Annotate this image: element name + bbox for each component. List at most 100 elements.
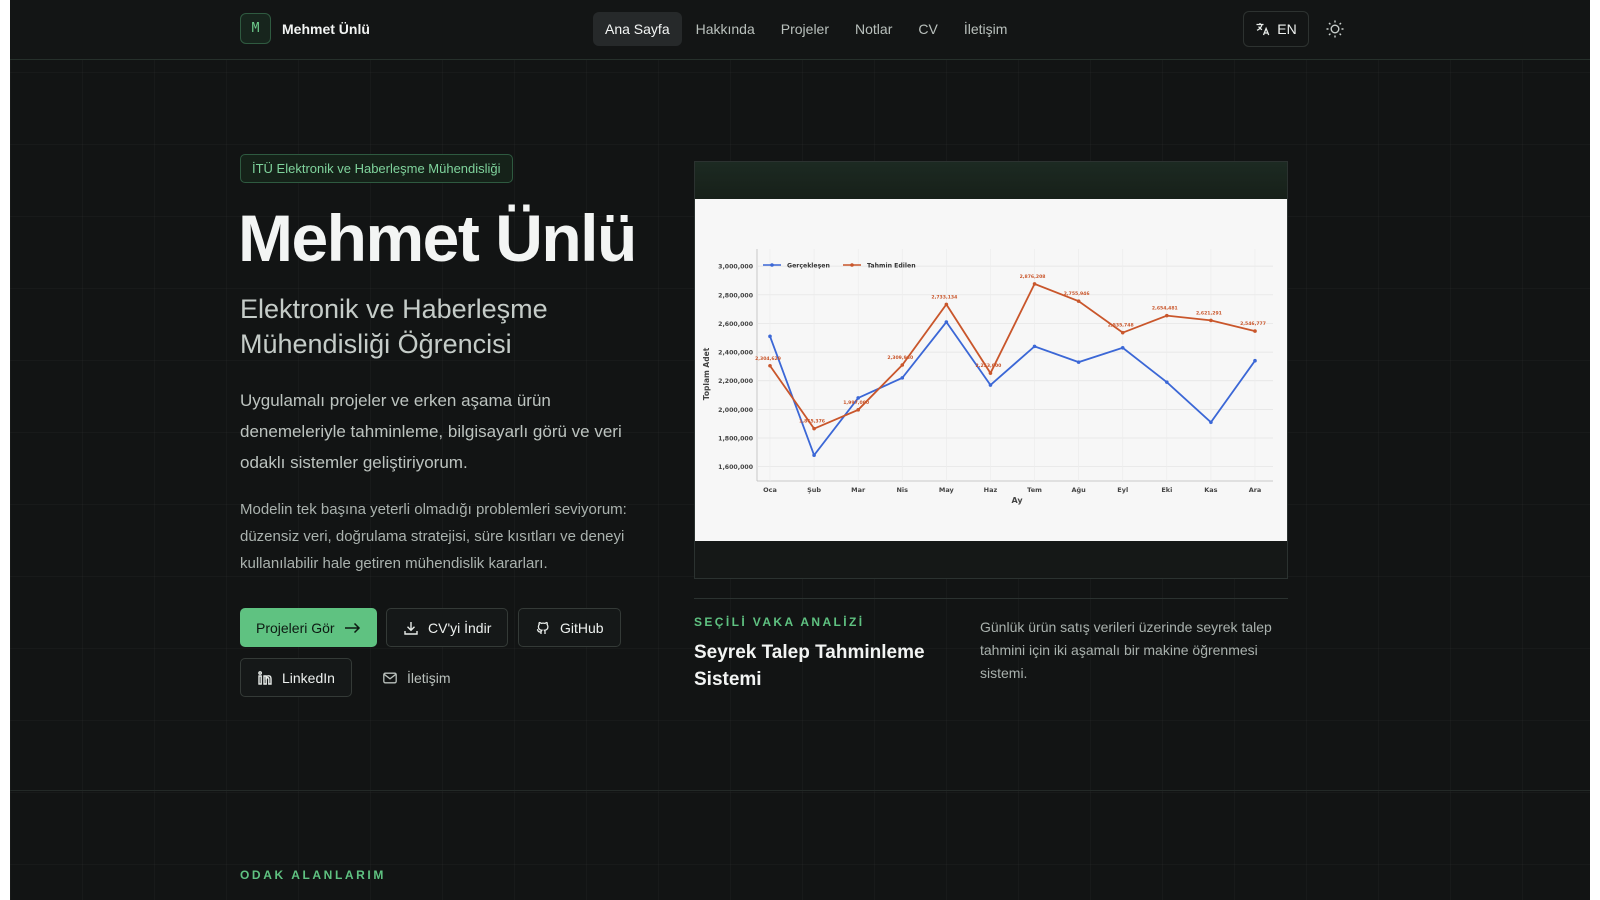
data-label: 1,997,000 xyxy=(843,400,869,406)
y-tick-label: 2,800,000 xyxy=(718,292,754,299)
github-icon xyxy=(536,621,549,634)
mail-icon xyxy=(383,672,397,683)
data-point xyxy=(988,371,993,375)
legend-marker xyxy=(850,263,854,267)
translate-icon xyxy=(1256,23,1270,36)
data-point xyxy=(812,453,816,458)
series-line-actual xyxy=(769,320,1256,458)
y-tick-label: 1,600,000 xyxy=(718,464,754,471)
data-point xyxy=(944,302,949,307)
linkedin-button[interactable]: LinkedIn xyxy=(240,658,352,697)
chart-grid xyxy=(756,249,1273,482)
y-tick-label: 2,200,000 xyxy=(718,378,754,385)
y-axis-label: Toplam Adet xyxy=(702,347,711,400)
case-study-preview[interactable]: 1,600,000 1,800,000 2,000,000 2,200,000 2,40… xyxy=(694,161,1288,579)
data-label: 2,621,291 xyxy=(1196,310,1222,316)
data-point xyxy=(1253,358,1257,363)
legend-label: Gerçekleşen xyxy=(787,262,830,269)
nav-link-about[interactable]: Hakkında xyxy=(684,12,767,46)
arrow-right-icon xyxy=(344,622,360,633)
top-navbar: M Mehmet Ünlü Ana Sayfa Hakkında Projele… xyxy=(10,0,1590,60)
nav-link-cv[interactable]: CV xyxy=(906,12,949,46)
nav-link-projects[interactable]: Projeler xyxy=(769,12,841,46)
x-tick-label: Oca xyxy=(763,486,777,494)
data-point xyxy=(1076,360,1081,364)
data-label: 2,304,629 xyxy=(755,356,781,362)
data-point xyxy=(856,396,860,400)
data-point xyxy=(1209,318,1213,323)
language-switch-button[interactable]: EN xyxy=(1243,11,1309,47)
brand-name: Mehmet Ünlü xyxy=(282,20,370,37)
nav-link-contact[interactable]: İletişim xyxy=(952,12,1020,46)
data-label: 2,546,777 xyxy=(1240,321,1266,327)
data-label: 2,755,946 xyxy=(1064,291,1090,297)
sun-icon[interactable] xyxy=(1324,18,1346,40)
data-point xyxy=(988,383,993,387)
x-tick-label: Eki xyxy=(1161,486,1172,494)
y-tick-label: 1,800,000 xyxy=(718,436,754,443)
chart-legend: Gerçekleşen Tahmin Edilen xyxy=(763,262,916,269)
data-label: 2,654,481 xyxy=(1152,306,1178,312)
data-point xyxy=(900,363,905,367)
x-tick-label: May xyxy=(939,486,955,494)
focus-areas-label: ODAK ALANLARIM xyxy=(240,868,386,882)
case-study-title[interactable]: Seyrek Talep Tahminleme Sistemi xyxy=(694,639,954,693)
nav-link-home[interactable]: Ana Sayfa xyxy=(593,12,682,46)
data-label: 2,535,748 xyxy=(1108,323,1134,329)
case-study-label: SEÇİLİ VAKA ANALİZİ xyxy=(694,615,865,629)
y-tick-label: 2,600,000 xyxy=(718,321,754,328)
data-point xyxy=(768,363,772,368)
data-point xyxy=(1120,346,1125,350)
data-point xyxy=(1253,329,1257,333)
data-point xyxy=(944,320,949,324)
data-point xyxy=(1120,330,1125,335)
data-label: 2,253,000 xyxy=(976,363,1002,369)
data-label: 2,733,134 xyxy=(931,294,957,300)
linkedin-label: LinkedIn xyxy=(282,669,335,686)
view-projects-button[interactable]: Projeleri Gör xyxy=(240,608,377,647)
y-tick-label: 2,400,000 xyxy=(718,350,754,357)
preview-header xyxy=(695,162,1287,199)
github-button[interactable]: GitHub xyxy=(518,608,621,647)
data-point xyxy=(1076,299,1081,303)
x-axis-ticks: Oca Şub Mar Nis May Haz Tem Ağu Eyl Eki Kas Ara xyxy=(763,486,1261,494)
x-tick-label: Eyl xyxy=(1117,486,1128,494)
x-tick-label: Nis xyxy=(896,486,908,494)
brand-link[interactable]: M Mehmet Ünlü xyxy=(240,13,370,44)
contact-button[interactable]: İletişim xyxy=(366,658,467,697)
case-study-divider xyxy=(694,598,1288,599)
data-label: 2,309,960 xyxy=(887,355,913,361)
download-icon xyxy=(404,621,418,635)
x-tick-label: Şub xyxy=(807,486,821,494)
data-point xyxy=(1165,380,1169,384)
data-point xyxy=(1032,344,1037,349)
nav-links: Ana Sayfa Hakkında Projeler Notlar CV İl… xyxy=(593,12,1019,46)
data-point xyxy=(1209,420,1213,425)
y-tick-label: 2,000,000 xyxy=(718,407,754,414)
data-point xyxy=(1032,282,1037,286)
series-line-forecast xyxy=(769,282,1256,430)
y-axis-ticks: 1,600,000 1,800,000 2,000,000 2,200,000 2,40… xyxy=(718,264,754,472)
download-cv-button[interactable]: CV'yi İndir xyxy=(386,608,509,647)
case-study-description: Günlük ürün satış verileri üzerinde seyr… xyxy=(980,619,1272,681)
legend-label: Tahmin Edilen xyxy=(867,262,916,269)
view-projects-label: Projeleri Gör xyxy=(256,619,335,636)
forecast-line-chart: 1,600,000 1,800,000 2,000,000 2,200,000 2,40… xyxy=(702,249,1273,505)
language-label: EN xyxy=(1277,21,1297,37)
nav-link-notes[interactable]: Notlar xyxy=(843,12,904,46)
university-badge: İTÜ Elektronik ve Haberleşme Mühendisliğ… xyxy=(240,154,513,183)
hero-lead: Uygulamalı projeler ve erken aşama ürün … xyxy=(240,391,622,472)
data-label: 1,865,376 xyxy=(799,419,825,425)
hero-description: Modelin tek başına yeterli olmadığı prob… xyxy=(240,501,627,572)
x-tick-label: Haz xyxy=(984,486,998,494)
chart-series: 2,304,629 1,865,376 1,997,000 2,309,960 2,73… xyxy=(755,274,1266,458)
data-point xyxy=(1165,313,1169,318)
data-point xyxy=(812,426,816,431)
data-point xyxy=(768,334,772,339)
x-tick-label: Kas xyxy=(1204,486,1217,494)
x-tick-label: Mar xyxy=(851,486,866,494)
x-tick-label: Ara xyxy=(1249,486,1262,494)
github-label: GitHub xyxy=(560,619,604,636)
linkedin-icon xyxy=(258,670,272,685)
x-tick-label: Ağu xyxy=(1071,486,1086,494)
